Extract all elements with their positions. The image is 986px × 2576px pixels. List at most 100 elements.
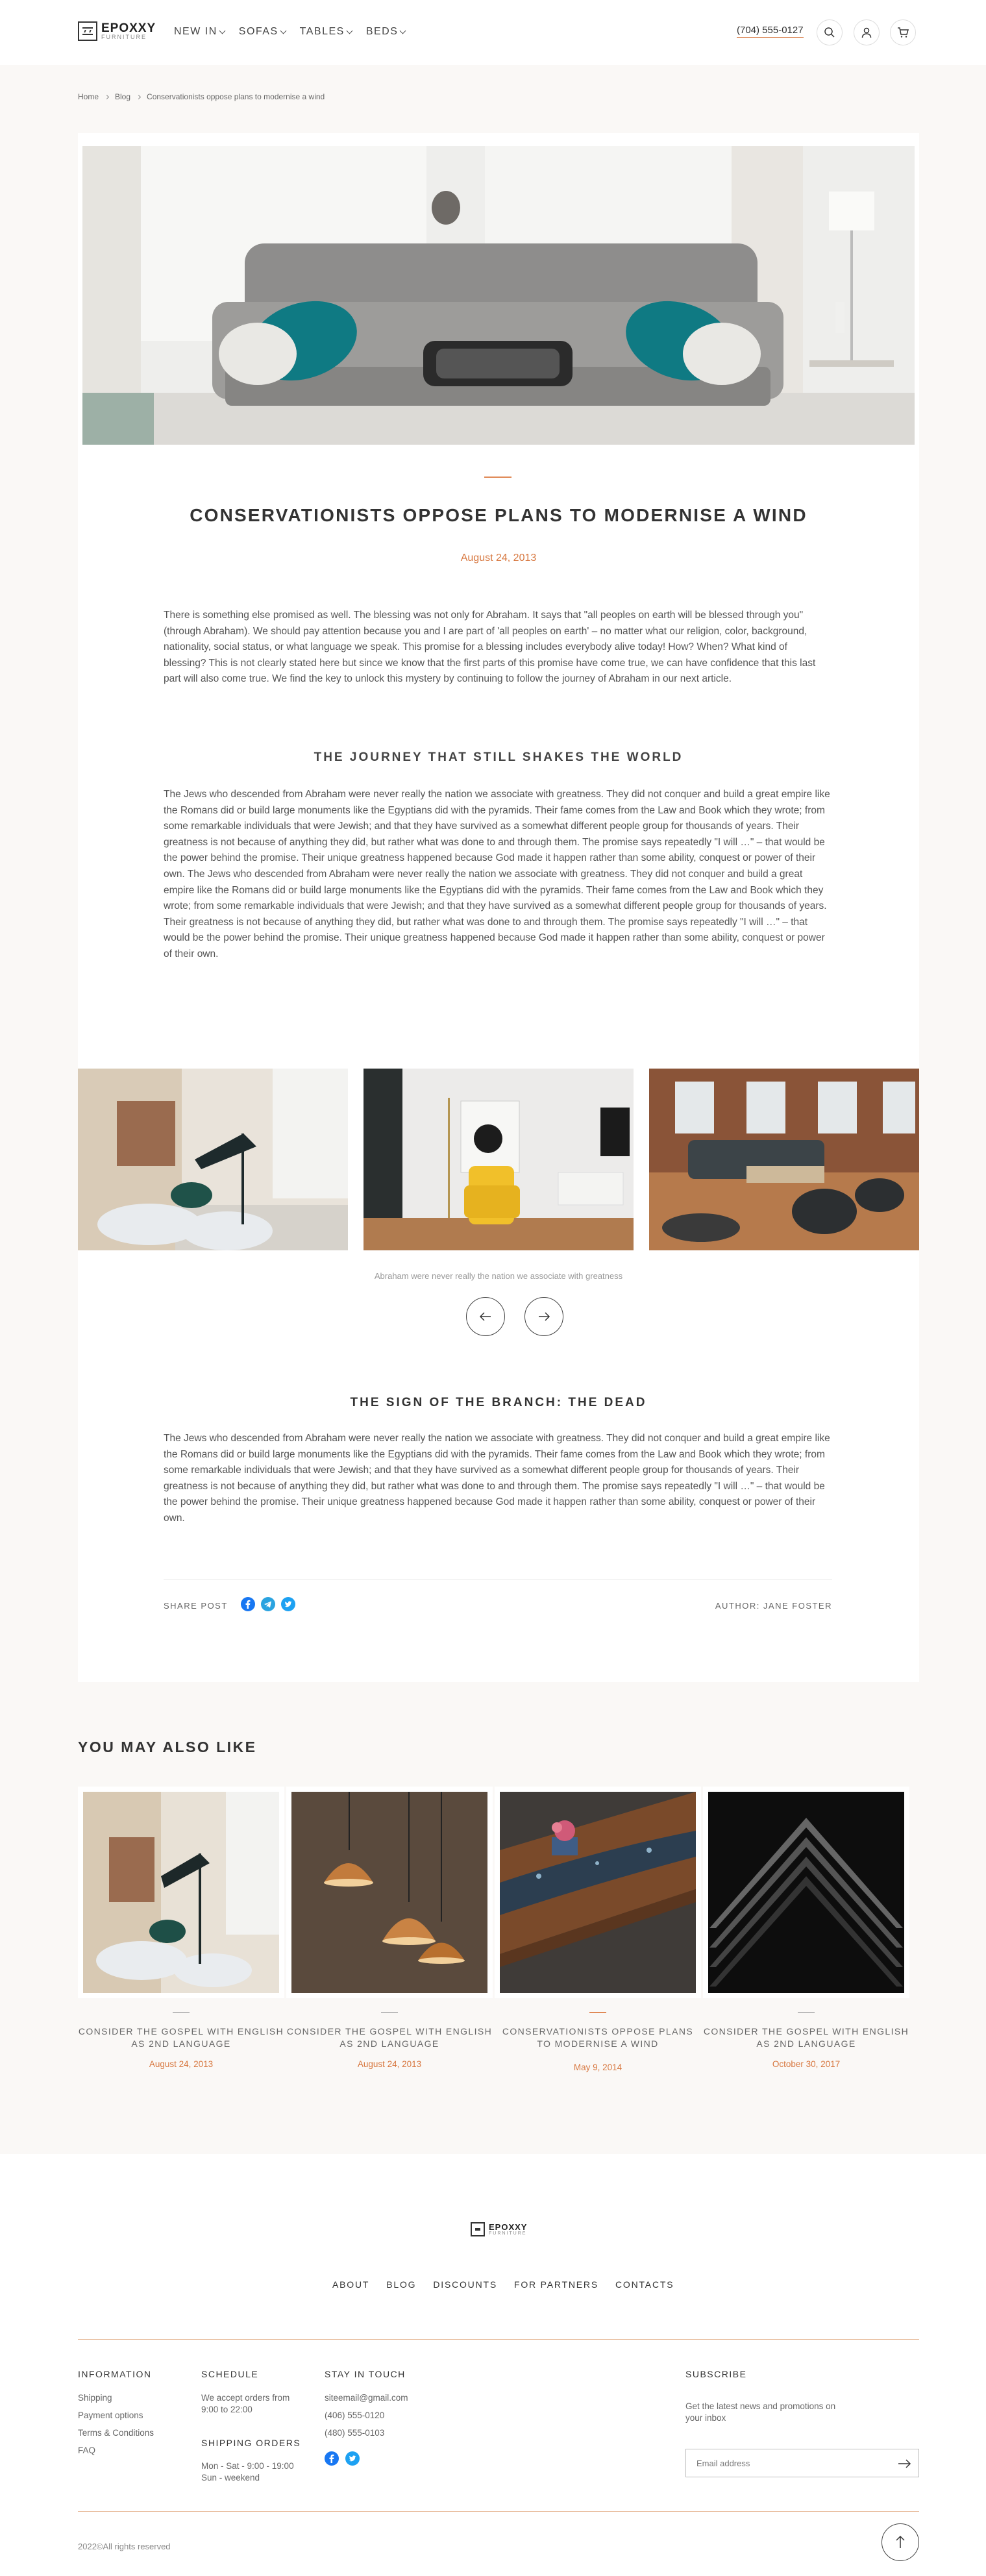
article-body-1: The Jews who descended from Abraham were…: [164, 789, 830, 960]
logo-name: EPOXXY: [101, 21, 156, 35]
logo-subtitle: FURNITURE: [489, 2231, 527, 2236]
related-post-date-3: May 9, 2014: [573, 2062, 622, 2072]
share-label: SHARE POST: [164, 1601, 228, 1611]
footer-email-link[interactable]: siteemail@gmail.com: [325, 2392, 408, 2404]
footer-nav-about[interactable]: ABOUT: [332, 2279, 369, 2290]
gallery-caption: Abraham were never really the nation we …: [374, 1271, 623, 1281]
footer-link-payment[interactable]: Payment options: [78, 2410, 143, 2421]
gallery-next-button[interactable]: [524, 1297, 563, 1336]
gallery-image-1: [78, 1069, 348, 1250]
subscribe-form: [685, 2449, 919, 2477]
article-body-2: The Jews who descended from Abraham were…: [164, 1433, 830, 1524]
section-heading-journey: THE JOURNEY THAT STILL SHAKES THE WORLD: [314, 750, 684, 764]
footer-facebook-button[interactable]: [325, 2451, 339, 2466]
article-date: August 24, 2013: [460, 552, 537, 564]
nav-item-sofas[interactable]: SOFAS: [239, 26, 287, 38]
author-label: AUTHOR: JANE FOSTER: [715, 1601, 832, 1611]
related-heading: YOU MAY ALSO LIKE: [78, 1739, 257, 1755]
related-post-image-2[interactable]: [286, 1787, 493, 1998]
title-accent-line: [484, 477, 511, 478]
footer-twitter-button[interactable]: [345, 2451, 360, 2466]
arrow-right-icon: [898, 2459, 911, 2468]
main-nav: NEW IN SOFAS TABLES BEDS: [174, 26, 406, 38]
footer-nav-contacts[interactable]: CONTACTS: [615, 2279, 674, 2290]
footer-phone-1[interactable]: (406) 555-0120: [325, 2410, 384, 2421]
related-post-date-4: October 30, 2017: [772, 2059, 841, 2069]
footer-link-terms[interactable]: Terms & Conditions: [78, 2427, 154, 2439]
logo-subtitle: FURNITURE: [101, 34, 147, 40]
breadcrumb-home[interactable]: Home: [78, 92, 99, 101]
search-icon: [824, 27, 835, 38]
footer-phone-2[interactable]: (480) 555-0103: [325, 2427, 384, 2439]
twitter-icon: [349, 2455, 356, 2462]
chevron-down-icon: [399, 27, 406, 34]
footer-nav-discounts[interactable]: DISCOUNTS: [433, 2279, 497, 2290]
footer-bottom-divider: [78, 2511, 919, 2512]
footer-nav: ABOUT BLOG DISCOUNTS FOR PARTNERS CONTAC…: [332, 2279, 674, 2290]
footer-logo[interactable]: EPOXXY FURNITURE: [471, 2222, 527, 2236]
chevron-down-icon: [219, 27, 226, 34]
logo[interactable]: EPOXXY FURNITURE: [78, 21, 156, 41]
facebook-icon: [329, 2454, 334, 2463]
related-accent-line: [173, 2012, 190, 2013]
subscribe-submit-button[interactable]: [895, 2455, 913, 2473]
scroll-to-top-button[interactable]: [881, 2523, 919, 2561]
cart-icon: [898, 27, 909, 38]
footer-divider: [78, 2339, 919, 2340]
breadcrumb: Home Blog Conservationists oppose plans …: [78, 92, 325, 101]
related-post-title-2[interactable]: CONSIDER THE GOSPEL WITH ENGLISH AS 2ND …: [286, 2025, 493, 2050]
footer-link-shipping[interactable]: Shipping: [78, 2392, 112, 2404]
nav-item-new-in[interactable]: NEW IN: [174, 26, 226, 38]
chevron-right-icon: [136, 94, 142, 99]
footer-shipping-heading: SHIPPING ORDERS: [201, 2438, 301, 2448]
chevron-right-icon: [104, 94, 110, 99]
facebook-icon: [245, 1600, 251, 1609]
footer-contact-heading: STAY IN TOUCH: [325, 2369, 406, 2379]
related-post-image-1[interactable]: [78, 1787, 284, 1998]
breadcrumb-current: Conservationists oppose plans to moderni…: [147, 92, 325, 101]
account-button[interactable]: [854, 19, 880, 45]
chevron-down-icon: [346, 27, 353, 34]
related-post-image-3[interactable]: [495, 1787, 701, 1998]
gallery-image-2: [364, 1069, 634, 1250]
facebook-share-button[interactable]: [241, 1597, 255, 1611]
twitter-icon: [284, 1601, 292, 1607]
footer-shipping-text: Mon - Sat - 9:00 - 19:00 Sun - weekend: [201, 2461, 294, 2483]
telegram-icon: [264, 1601, 271, 1608]
footer-subscribe-heading: SUBSCRIBE: [685, 2369, 747, 2379]
breadcrumb-blog[interactable]: Blog: [115, 92, 130, 101]
copyright: 2022©All rights reserved: [78, 2542, 171, 2551]
phone-link[interactable]: (704) 555-0127: [737, 25, 804, 38]
chevron-down-icon: [280, 27, 287, 34]
related-post-title-1[interactable]: CONSIDER THE GOSPEL WITH ENGLISH AS 2ND …: [78, 2025, 284, 2050]
footer-nav-partners[interactable]: FOR PARTNERS: [514, 2279, 598, 2290]
site-footer: [0, 2154, 986, 2576]
footer-subscribe-text: Get the latest news and promotions on yo…: [685, 2401, 836, 2423]
search-button[interactable]: [817, 19, 843, 45]
site-header: EPOXXY FURNITURE NEW IN SOFAS TABLES BED…: [0, 0, 986, 65]
footer-information-heading: INFORMATION: [78, 2369, 152, 2379]
footer-schedule-heading: SCHEDULE: [201, 2369, 259, 2379]
article-intro: There is something else promised as well…: [164, 610, 816, 685]
section-heading-branch: THE SIGN OF THE BRANCH: THE DEAD: [350, 1396, 647, 1409]
user-icon: [861, 27, 872, 38]
article-title: CONSERVATIONISTS OPPOSE PLANS TO MODERNI…: [190, 505, 807, 525]
footer-link-faq[interactable]: FAQ: [78, 2445, 95, 2457]
gallery-prev-button[interactable]: [466, 1297, 505, 1336]
related-accent-line: [381, 2012, 398, 2013]
cart-button[interactable]: [890, 19, 916, 45]
nav-item-tables[interactable]: TABLES: [300, 26, 353, 38]
related-post-image-4[interactable]: [703, 1787, 909, 1998]
telegram-share-button[interactable]: [261, 1597, 275, 1611]
logo-icon: [471, 2222, 485, 2236]
nav-item-beds[interactable]: BEDS: [366, 26, 406, 38]
twitter-share-button[interactable]: [281, 1597, 295, 1611]
related-post-title-3[interactable]: CONSERVATIONISTS OPPOSE PLANS TO MODERNI…: [495, 2025, 701, 2050]
related-accent-line: [798, 2012, 815, 2013]
related-post-title-4[interactable]: CONSIDER THE GOSPEL WITH ENGLISH AS 2ND …: [703, 2025, 909, 2050]
related-post-date-1: August 24, 2013: [149, 2059, 214, 2069]
arrow-up-icon: [896, 2535, 905, 2548]
gallery-image-3: [649, 1069, 919, 1250]
email-input[interactable]: [686, 2449, 881, 2477]
footer-nav-blog[interactable]: BLOG: [386, 2279, 416, 2290]
